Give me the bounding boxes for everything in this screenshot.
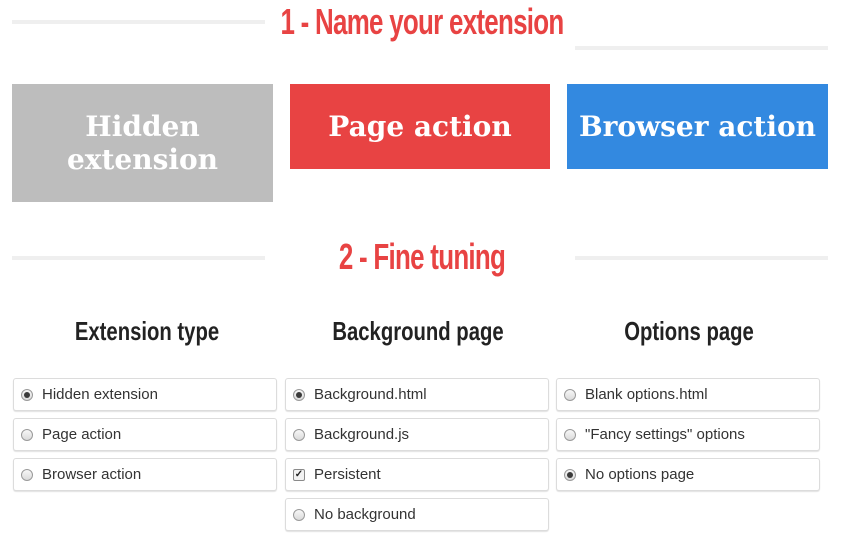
options-page-title: Options page — [624, 316, 754, 346]
option-label: Background.html — [314, 386, 427, 403]
option-label: Browser action — [42, 466, 142, 483]
option-label: Page action — [42, 426, 122, 443]
option-persistent[interactable]: ✓ Persistent — [285, 458, 549, 491]
option-label: "Fancy settings" options — [585, 426, 745, 443]
radio-selected-icon[interactable] — [21, 388, 33, 401]
option-browser-action[interactable]: Browser action — [13, 458, 277, 491]
option-blank-options-html[interactable]: Blank options.html — [556, 378, 820, 411]
option-label: Background.js — [314, 426, 410, 443]
option-hidden-extension[interactable]: Hidden extension — [13, 378, 277, 411]
radio-icon[interactable] — [293, 508, 305, 521]
browser-action-button[interactable]: Browser action — [567, 84, 828, 169]
option-fancy-settings[interactable]: "Fancy settings" options — [556, 418, 820, 451]
page-action-button[interactable]: Page action — [290, 84, 550, 169]
divider-right-1 — [575, 46, 828, 50]
option-background-html[interactable]: Background.html — [285, 378, 549, 411]
radio-icon[interactable] — [21, 428, 33, 441]
radio-icon[interactable] — [564, 388, 576, 401]
background-page-title: Background page — [332, 316, 504, 346]
option-no-options-page[interactable]: No options page — [556, 458, 820, 491]
option-background-js[interactable]: Background.js — [285, 418, 549, 451]
option-label: No background — [314, 506, 416, 523]
radio-icon[interactable] — [564, 428, 576, 441]
hidden-extension-button[interactable]: Hidden extension — [12, 84, 273, 202]
radio-selected-icon[interactable] — [293, 388, 305, 401]
step1-heading: 1 - Name your extension — [280, 1, 564, 42]
browser-action-label: Browser action — [578, 110, 817, 143]
radio-icon[interactable] — [293, 428, 305, 441]
option-no-background[interactable]: No background — [285, 498, 549, 531]
radio-icon[interactable] — [21, 468, 33, 481]
page-action-label: Page action — [328, 110, 512, 143]
radio-selected-icon[interactable] — [564, 468, 576, 481]
option-label: Blank options.html — [585, 386, 708, 403]
option-label: No options page — [585, 466, 695, 483]
option-label: Persistent — [314, 466, 381, 483]
extension-type-title: Extension type — [74, 316, 220, 346]
checkbox-checked-icon[interactable]: ✓ — [293, 468, 305, 481]
step2-heading: 2 - Fine tuning — [338, 236, 506, 277]
option-label: Hidden extension — [42, 386, 158, 403]
hidden-extension-label: Hidden extension — [66, 110, 219, 176]
option-page-action[interactable]: Page action — [13, 418, 277, 451]
